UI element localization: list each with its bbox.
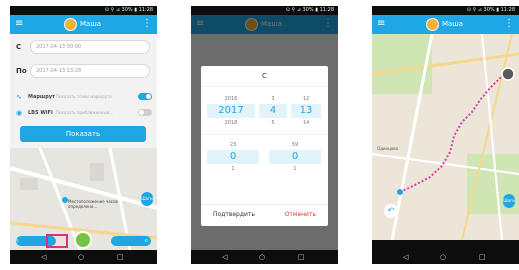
status-bar: ⊙ ⚲ ⊿ 30% ▮ 11:28 (372, 6, 519, 15)
phone-screen-date-picker: ⊙ ⚲ ⊿ 30% ▮ 11:28 ≡ Маша ⋮ С 2016 2017 2… (191, 6, 338, 264)
route-toggle[interactable] (138, 93, 152, 100)
home-icon[interactable]: ○ (259, 250, 265, 264)
place-label: Одинцово (377, 146, 399, 151)
to-row: По 2017-04-13 13:28 (16, 64, 152, 78)
lbs-toggle[interactable] (138, 109, 152, 116)
hour-next: 1 (231, 166, 235, 172)
to-label: По (16, 67, 27, 75)
cancel-button[interactable]: Отменить (285, 211, 316, 218)
divider (201, 204, 328, 205)
back-icon[interactable]: ◁ (403, 250, 408, 264)
year-picker[interactable]: 2016 2017 2018 (207, 94, 255, 128)
minute-next: 1 (293, 166, 297, 172)
history-button-highlight[interactable] (46, 234, 68, 248)
day-picker[interactable]: 12 13 14 (291, 94, 321, 128)
month-picker[interactable]: 3 4 5 (259, 94, 287, 128)
avatar[interactable] (426, 18, 439, 31)
recent-apps-icon[interactable]: □ (117, 250, 124, 264)
route-icon: ∿ (16, 93, 22, 101)
recent-apps-icon[interactable]: □ (479, 250, 486, 264)
android-nav-bar: ◁ ○ □ (191, 250, 338, 264)
android-nav-bar: ◁ ○ □ (372, 250, 519, 264)
status-bar: ⊙ ⚲ ⊿ 30% ▮ 11:28 (191, 6, 338, 15)
minute-prev: 59 (291, 142, 299, 148)
app-bar: ≡ Маша ⋮ (372, 15, 519, 34)
location-note: Местоположение часов определено... (68, 199, 118, 209)
date-time-dialog: С 2016 2017 2018 3 4 5 12 13 14 23 0 1 5… (201, 66, 328, 226)
month-prev: 3 (271, 96, 275, 102)
year-prev: 2016 (224, 96, 238, 102)
android-nav-bar: ◁ ○ □ (10, 250, 157, 264)
route-hint: Показать точки маршрута (56, 94, 112, 99)
hour-picker[interactable]: 23 0 1 (207, 140, 259, 174)
lbs-label: LBS WiFi (28, 110, 53, 116)
day-selected: 13 (291, 104, 321, 118)
menu-icon[interactable]: ≡ (377, 19, 385, 29)
divider (201, 86, 328, 87)
history-form: С 2017-04-13 00:00 По 2017-04-13 13:28 ∿… (10, 34, 157, 250)
recent-apps-icon[interactable]: □ (298, 250, 305, 264)
center-action-button[interactable] (74, 231, 92, 249)
back-to-list-icon[interactable]: ↶ (384, 204, 398, 218)
year-next: 2018 (224, 120, 238, 126)
show-button[interactable]: Показать (20, 126, 146, 142)
back-icon[interactable]: ◁ (41, 250, 46, 264)
lbs-hint: Показать приближенные... (56, 110, 113, 115)
avatar[interactable] (64, 18, 77, 31)
bottom-action-bar: ⚲ ✆ (10, 231, 157, 250)
minute-selected: 0 (269, 150, 321, 164)
to-date-field[interactable]: 2017-04-13 13:28 (30, 64, 150, 78)
phone-screen-route-map: ⊙ ⚲ ⊿ 30% ▮ 11:28 ≡ Маша ⋮ Одинцово Шаги… (372, 6, 519, 264)
from-row: С 2017-04-13 00:00 (16, 40, 152, 54)
month-selected: 4 (259, 104, 287, 118)
home-icon[interactable]: ○ (440, 250, 446, 264)
back-icon[interactable]: ◁ (222, 250, 227, 264)
route-label: Маршрут (28, 94, 55, 100)
divider (201, 134, 328, 135)
lbs-option: ◉ LBS WiFi Показать приближенные... (16, 108, 152, 118)
hour-prev: 23 (229, 142, 237, 148)
footsteps-button[interactable]: Шаги (141, 192, 153, 206)
map-view[interactable]: Местоположение часов определено... Шаги … (10, 148, 157, 250)
minute-picker[interactable]: 59 0 1 (269, 140, 321, 174)
wifi-icon: ◉ (16, 109, 23, 117)
call-button[interactable]: ✆ (111, 236, 151, 246)
status-bar: ⊙ ⚲ ⊿ 30% ▮ 11:28 (10, 6, 157, 15)
more-options-icon[interactable]: ⋮ (142, 18, 152, 29)
home-icon[interactable]: ○ (78, 250, 84, 264)
app-title: Маша (80, 20, 102, 28)
dialog-title: С (262, 72, 267, 80)
footsteps-button[interactable]: Шаги (503, 194, 515, 208)
phone-screen-history-form: ⊙ ⚲ ⊿ 30% ▮ 11:28 ≡ Маша ⋮ С 2017-04-13 … (10, 6, 157, 264)
day-next: 14 (302, 120, 310, 126)
from-label: С (16, 43, 22, 51)
route-option: ∿ Маршрут Показать точки маршрута (16, 92, 152, 102)
day-prev: 12 (302, 96, 310, 102)
year-selected: 2017 (207, 104, 255, 118)
app-title: Маша (442, 20, 464, 28)
from-date-field[interactable]: 2017-04-13 00:00 (30, 40, 150, 54)
more-options-icon[interactable]: ⋮ (504, 18, 514, 29)
menu-icon[interactable]: ≡ (15, 19, 23, 29)
hour-selected: 0 (207, 150, 259, 164)
route-end-marker (501, 67, 515, 81)
route-map[interactable]: Одинцово Шаги ↶ ◀◀ ▶ ▶▶ (372, 34, 519, 240)
confirm-button[interactable]: Подтвердить (213, 211, 255, 218)
route-start-marker (397, 189, 403, 195)
app-bar: ≡ Маша ⋮ (10, 15, 157, 34)
month-next: 5 (271, 120, 275, 126)
